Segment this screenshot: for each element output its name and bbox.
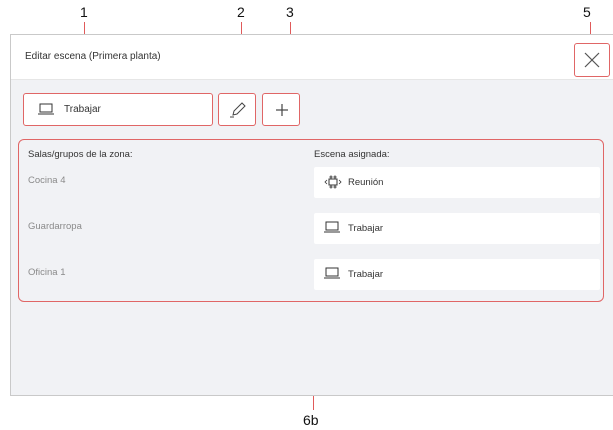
assigned-scene-label: Reunión: [348, 177, 384, 188]
scene-selector[interactable]: Trabajar: [23, 93, 213, 126]
callout-5: 5: [583, 4, 591, 20]
close-icon: [584, 52, 600, 68]
room-name: Cocina 4: [28, 175, 66, 186]
assigned-scene-select[interactable]: Reunión: [314, 167, 600, 198]
edit-scene-button[interactable]: [218, 93, 256, 126]
laptop-icon: [38, 103, 54, 115]
dialog-header: Editar escena (Primera planta): [11, 35, 613, 80]
add-scene-button[interactable]: [262, 93, 300, 126]
callout-3: 3: [286, 4, 294, 20]
plus-icon: [276, 104, 288, 116]
assigned-scene-select[interactable]: Trabajar: [314, 213, 600, 244]
callout-1: 1: [80, 4, 88, 20]
room-name: Guardarropa: [28, 221, 82, 232]
close-button[interactable]: [574, 43, 610, 77]
dialog-title: Editar escena (Primera planta): [25, 51, 161, 62]
callout-6b: 6b: [303, 412, 319, 428]
room-name: Oficina 1: [28, 267, 66, 278]
edit-scene-dialog: Editar escena (Primera planta) Trabajar: [10, 34, 613, 396]
assigned-scene-label: Trabajar: [348, 223, 384, 234]
dialog-body: Trabajar Salas/grupos de la zona: Escena…: [11, 80, 613, 395]
rooms-column-header: Salas/grupos de la zona:: [28, 149, 133, 160]
pencil-icon: [230, 102, 246, 118]
laptop-icon: [324, 221, 340, 233]
assigned-scene-select[interactable]: Trabajar: [314, 259, 600, 290]
scene-column-header: Escena asignada:: [314, 149, 390, 160]
laptop-icon: [324, 267, 340, 279]
zone-assignment-panel: Salas/grupos de la zona: Escena asignada…: [18, 139, 604, 302]
assigned-scene-label: Trabajar: [348, 269, 384, 280]
scene-selector-label: Trabajar: [64, 104, 101, 115]
meeting-icon: [324, 175, 342, 189]
callout-2: 2: [237, 4, 245, 20]
